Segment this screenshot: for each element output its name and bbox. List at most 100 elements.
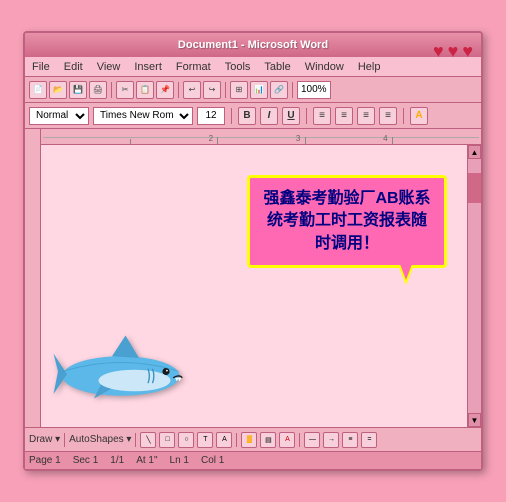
cut-btn[interactable]: ✂ — [116, 81, 134, 99]
drawing-bar: Draw ▾ AutoShapes ▾ ╲ □ ○ T A ▓ ▤ A — → … — [25, 427, 481, 451]
draw-label[interactable]: Draw ▾ — [29, 434, 60, 445]
copy-btn[interactable]: 📋 — [136, 81, 154, 99]
italic-btn[interactable]: I — [260, 107, 278, 125]
top-ruler: 2 3 4 — [41, 129, 481, 145]
ruler-tick-1 — [130, 139, 131, 144]
oval-tool[interactable]: ○ — [178, 432, 194, 448]
zoom-box[interactable]: 100% — [297, 81, 331, 99]
undo-btn[interactable]: ↩ — [183, 81, 201, 99]
equal-btn[interactable]: = — [361, 432, 377, 448]
main-content: 2 3 4 强鑫泰考勤验厂AB账系统考勤工时工资报表随时调用！ — [41, 129, 481, 427]
bold-btn[interactable]: B — [238, 107, 256, 125]
rect-tool[interactable]: □ — [159, 432, 175, 448]
status-bar: Page 1 Sec 1 1/1 At 1" Ln 1 Col 1 — [25, 451, 481, 469]
ruler-tick-3 — [305, 137, 306, 144]
align-center-btn[interactable]: ≡ — [335, 107, 353, 125]
paste-btn[interactable]: 📌 — [156, 81, 174, 99]
arrow-style[interactable]: → — [323, 432, 339, 448]
menu-table[interactable]: Table — [261, 60, 293, 74]
highlight-btn[interactable]: A — [410, 107, 428, 125]
font-select[interactable]: Times New Roman — [93, 107, 193, 125]
style-select[interactable]: Normal — [29, 107, 89, 125]
font-color[interactable]: A — [279, 432, 295, 448]
title-bar: Document1 - Microsoft Word ♥ ♥ ♥ — [25, 33, 481, 57]
status-sec: Sec 1 — [73, 455, 99, 466]
scroll-up-arrow[interactable]: ▲ — [468, 145, 481, 159]
save-btn[interactable]: 💾 — [69, 81, 87, 99]
shark-image — [46, 322, 196, 412]
status-pages: 1/1 — [110, 455, 124, 466]
scroll-track — [468, 203, 481, 413]
table-btn[interactable]: ⊞ — [230, 81, 248, 99]
ruler-tick-2 — [217, 137, 218, 144]
bubble-text: 强鑫泰考勤验厂AB账系统考勤工时工资报表随时调用！ — [262, 188, 432, 255]
draw-sep2 — [135, 433, 136, 447]
scroll-down-arrow[interactable]: ▼ — [468, 413, 481, 427]
toolbar: 📄 📂 💾 🖨 ✂ 📋 📌 ↩ ↪ ⊞ 📊 🔗 100% — [25, 77, 481, 103]
font-size-input[interactable] — [197, 107, 225, 125]
menu-file[interactable]: File — [29, 60, 53, 74]
sep3 — [225, 82, 226, 98]
menu-format[interactable]: Format — [173, 60, 214, 74]
page-canvas[interactable]: 强鑫泰考勤验厂AB账系统考勤工时工资报表随时调用！ — [41, 145, 467, 427]
ruler-baseline — [43, 137, 479, 138]
line-color[interactable]: ▤ — [260, 432, 276, 448]
ruler-inner: 2 3 4 — [43, 130, 479, 144]
status-at: At 1" — [136, 455, 157, 466]
redo-btn[interactable]: ↪ — [203, 81, 221, 99]
zoom-value: 100% — [301, 84, 327, 95]
align-draw[interactable]: ≡ — [342, 432, 358, 448]
scroll-bar[interactable]: ▲ ▼ — [467, 145, 481, 427]
open-btn[interactable]: 📂 — [49, 81, 67, 99]
textbox-tool[interactable]: T — [197, 432, 213, 448]
ruler-tick-4 — [392, 137, 393, 144]
page-scroll-area: 强鑫泰考勤验厂AB账系统考勤工时工资报表随时调用！ — [41, 145, 481, 427]
fill-color[interactable]: ▓ — [241, 432, 257, 448]
status-ln: Ln 1 — [170, 455, 189, 466]
status-col: Col 1 — [201, 455, 224, 466]
chart-btn[interactable]: 📊 — [250, 81, 268, 99]
document-area: 2 3 4 强鑫泰考勤验厂AB账系统考勤工时工资报表随时调用！ — [25, 129, 481, 427]
heart-decorations: ♥ ♥ ♥ — [433, 41, 473, 62]
heart-3: ♥ — [462, 41, 473, 62]
ruler-num-3: 3 — [296, 134, 300, 143]
speech-bubble: 强鑫泰考勤验厂AB账系统考勤工时工资报表随时调用！ — [247, 175, 447, 268]
sep5 — [231, 108, 232, 124]
align-left-btn[interactable]: ≡ — [313, 107, 331, 125]
line-tool[interactable]: ╲ — [140, 432, 156, 448]
ruler-num-2: 2 — [209, 134, 213, 143]
draw-sep4 — [299, 433, 300, 447]
justify-btn[interactable]: ≡ — [379, 107, 397, 125]
autoshapes-label[interactable]: AutoShapes ▾ — [69, 434, 131, 445]
sep7 — [403, 108, 404, 124]
ruler-num-4: 4 — [383, 134, 387, 143]
new-btn[interactable]: 📄 — [29, 81, 47, 99]
heart-2: ♥ — [448, 41, 459, 62]
menu-bar: File Edit View Insert Format Tools Table… — [25, 57, 481, 77]
menu-insert[interactable]: Insert — [131, 60, 165, 74]
menu-window[interactable]: Window — [302, 60, 347, 74]
dash-style[interactable]: — — [304, 432, 320, 448]
menu-edit[interactable]: Edit — [61, 60, 86, 74]
draw-sep1 — [64, 433, 65, 447]
menu-help[interactable]: Help — [355, 60, 384, 74]
link-btn[interactable]: 🔗 — [270, 81, 288, 99]
heart-1: ♥ — [433, 41, 444, 62]
left-ruler — [25, 129, 41, 427]
window-title: Document1 - Microsoft Word — [178, 39, 328, 51]
align-right-btn[interactable]: ≡ — [357, 107, 375, 125]
wordart-tool[interactable]: A — [216, 432, 232, 448]
status-page: Page 1 — [29, 455, 61, 466]
format-bar: Normal Times New Roman B I U ≡ ≡ ≡ ≡ A — [25, 103, 481, 129]
word-window: Document1 - Microsoft Word ♥ ♥ ♥ File Ed… — [23, 31, 483, 471]
sep1 — [111, 82, 112, 98]
sep2 — [178, 82, 179, 98]
print-btn[interactable]: 🖨 — [89, 81, 107, 99]
underline-btn[interactable]: U — [282, 107, 300, 125]
menu-view[interactable]: View — [94, 60, 124, 74]
scroll-thumb[interactable] — [468, 173, 481, 203]
draw-sep3 — [236, 433, 237, 447]
sep4 — [292, 82, 293, 98]
menu-tools[interactable]: Tools — [222, 60, 254, 74]
sep6 — [306, 108, 307, 124]
